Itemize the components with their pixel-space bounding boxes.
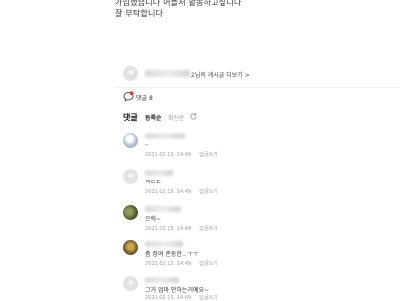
comment-item: 으헉~ 2021.02.15. 14:49 답글쓰기 xyxy=(123,205,393,235)
comment-text: 그거 엄마 안하는거예요~ xyxy=(145,287,210,294)
comment-date: 2021.02.15. 14:49 xyxy=(145,261,192,267)
comment-meta: 2021.02.15. 14:49 답글쓰기 xyxy=(145,225,218,232)
commenter-name-blurred xyxy=(145,206,181,212)
refresh-icon[interactable] xyxy=(189,112,198,121)
commenter-avatar xyxy=(123,240,138,255)
comment-item: .. 2021.02.15. 14:49 답글쓰기 xyxy=(123,132,393,162)
reply-button[interactable]: 답글쓰기 xyxy=(199,189,217,195)
reply-button[interactable]: 답글쓰기 xyxy=(199,152,217,158)
comment-item: ㅋㄷㄷ 2021.02.15. 14:49 답글쓰기 xyxy=(123,169,393,199)
comment-text: 좀 정여 존둥한.. ㅜㅜ xyxy=(145,251,199,258)
comment-bubble-icon xyxy=(123,91,134,102)
sort-by-registration-tab[interactable]: 등록순 xyxy=(145,113,162,122)
commenter-avatar xyxy=(123,276,138,291)
comment-meta: 2021.02.15. 14:49 답글쓰기 xyxy=(145,151,218,158)
commenter-name-blurred xyxy=(145,241,183,247)
comment-count-label: 댓글 8 xyxy=(136,95,153,102)
author-more-posts-link[interactable]: 2님의 게시글 더보기 > xyxy=(123,66,400,82)
comment-date: 2021.02.15. 14:49 xyxy=(145,295,192,301)
sort-by-latest-tab[interactable]: 최신순 xyxy=(168,113,185,122)
commenter-name-blurred xyxy=(145,277,179,283)
comment-meta: 2021.02.15. 14:49 답글쓰기 xyxy=(145,188,218,195)
commenter-name-blurred xyxy=(145,170,173,176)
comment-meta: 2021.02.15. 14:49 답글쓰기 xyxy=(145,260,218,267)
comment-text: .. xyxy=(145,140,149,147)
post-text-line-1: 가입했습니다 어플서 활동하고싶니다 xyxy=(115,0,242,7)
author-more-label: 2님의 게시글 더보기 > xyxy=(191,72,250,79)
comments-header: 댓글 등록순 최신순 xyxy=(123,111,323,125)
reply-button[interactable]: 답글쓰기 xyxy=(199,295,217,301)
comment-text: ㅋㄷㄷ xyxy=(145,179,162,186)
comment-text: 으헉~ xyxy=(145,216,162,223)
comments-title: 댓글 xyxy=(123,113,138,122)
comment-count-button[interactable]: 댓글 8 xyxy=(123,91,183,103)
commenter-avatar xyxy=(123,133,138,148)
comment-date: 2021.02.15. 14:49 xyxy=(145,152,192,158)
commenter-avatar xyxy=(123,205,138,220)
reply-button[interactable]: 답글쓰기 xyxy=(199,261,217,267)
author-name-blurred xyxy=(145,70,190,77)
comment-item: 그거 엄마 안하는거예요~ 2021.02.15. 14:49 답글쓰기 xyxy=(123,276,393,301)
reply-button[interactable]: 답글쓰기 xyxy=(199,226,217,232)
comment-date: 2021.02.15. 14:49 xyxy=(145,189,192,195)
commenter-name-blurred xyxy=(145,133,185,139)
commenter-avatar xyxy=(123,169,138,184)
comment-date: 2021.02.15. 14:49 xyxy=(145,226,192,232)
divider xyxy=(115,87,400,88)
author-avatar xyxy=(123,66,138,81)
comment-item: 좀 정여 존둥한.. ㅜㅜ 2021.02.15. 14:49 답글쓰기 xyxy=(123,240,393,270)
post-text-line-2: 잘 부탁합니다 xyxy=(115,9,164,18)
